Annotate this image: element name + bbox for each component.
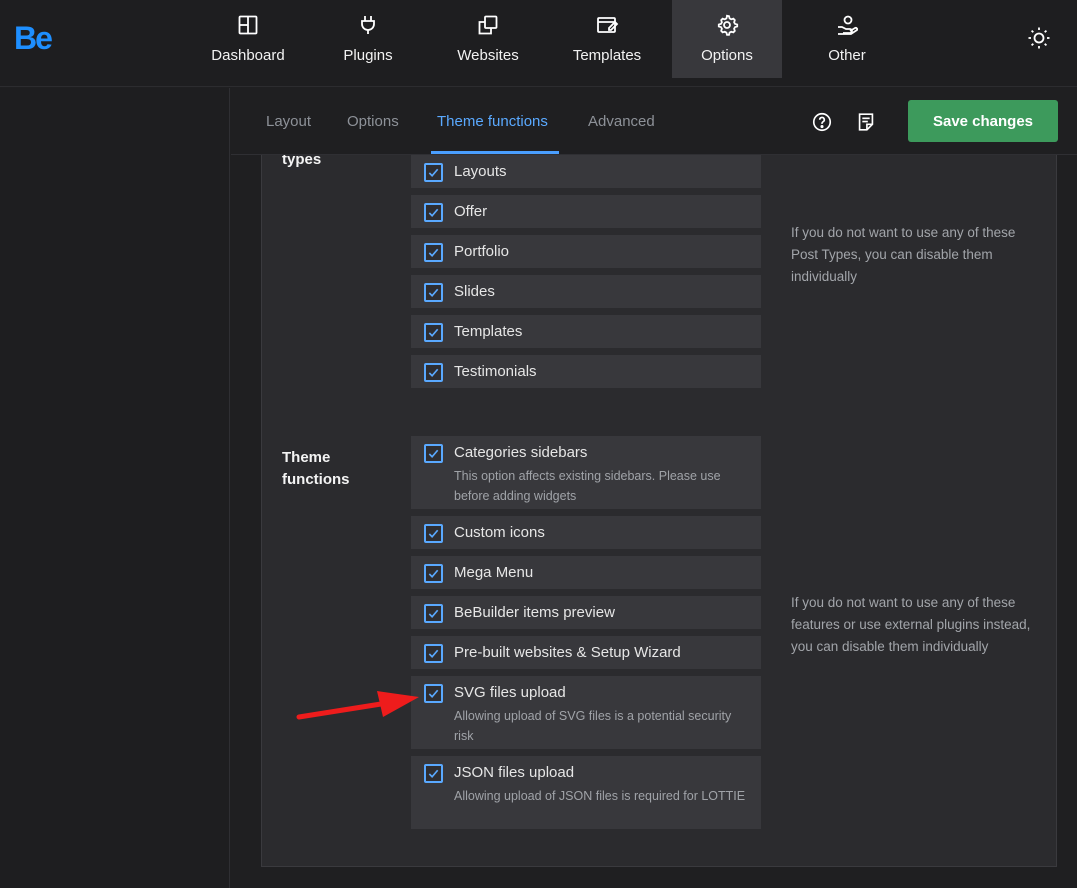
checkbox-option-offer[interactable]: Offer — [411, 195, 761, 228]
nav-dashboard[interactable]: Dashboard — [193, 0, 303, 78]
option-sublabel: Allowing upload of SVG files is a potent… — [454, 709, 732, 743]
option-label: Offer — [454, 203, 488, 220]
annotation-arrow-icon — [296, 691, 419, 720]
checkbox-option-json-upload[interactable]: JSON files upload Allowing upload of JSO… — [411, 756, 761, 829]
hand-user-icon — [838, 15, 859, 35]
option-label: Templates — [454, 323, 523, 340]
checkbox-option-templates[interactable]: Templates — [411, 315, 761, 348]
nav-websites-label: Websites — [457, 47, 519, 64]
option-label: Slides — [454, 283, 495, 300]
check-icon — [428, 288, 439, 297]
nav-plugins[interactable]: Plugins — [313, 0, 423, 78]
check-icon — [428, 248, 439, 257]
checkbox-option-layouts[interactable]: Layouts — [411, 155, 761, 188]
checkbox-option-custom-icons[interactable]: Custom icons — [411, 516, 761, 549]
check-icon — [428, 208, 439, 217]
theme-functions-label-line2: functions — [282, 471, 350, 488]
option-label: BeBuilder items preview — [454, 604, 615, 621]
check-icon — [428, 689, 439, 698]
checkbox-checked[interactable] — [424, 323, 443, 342]
checkbox-checked[interactable] — [424, 203, 443, 222]
nav-templates[interactable]: Templates — [552, 0, 662, 78]
tab-options[interactable]: Options — [347, 113, 399, 130]
option-label: Layouts — [454, 163, 507, 180]
left-sidebar — [0, 88, 230, 888]
nav-options-label: Options — [701, 47, 753, 64]
nav-templates-label: Templates — [572, 47, 642, 64]
option-label: SVG files upload — [454, 684, 566, 701]
check-icon — [428, 368, 439, 377]
tab-advanced[interactable]: Advanced — [588, 113, 655, 130]
theme-functions-description: If you do not want to use any of these f… — [791, 595, 1031, 654]
checkbox-checked[interactable] — [424, 363, 443, 382]
nav-dashboard-label: Dashboard — [211, 47, 285, 64]
option-label: Pre-built websites & Setup Wizard — [454, 644, 681, 661]
template-edit-icon — [597, 17, 619, 33]
option-sublabel: This option affects existing sidebars. P… — [454, 469, 721, 503]
checkbox-option-bebuilder-preview[interactable]: BeBuilder items preview — [411, 596, 761, 629]
checkbox-option-testimonials[interactable]: Testimonials — [411, 355, 761, 388]
nav-other[interactable]: Other — [792, 0, 902, 78]
checkbox-checked[interactable] — [424, 764, 443, 783]
option-label: Categories sidebars — [454, 444, 588, 461]
theme-functions-section-label: Theme functions — [282, 447, 350, 491]
save-changes-button[interactable]: Save changes — [908, 100, 1058, 142]
checkbox-option-categories-sidebars[interactable]: Categories sidebars This option affects … — [411, 436, 761, 509]
checkbox-checked[interactable] — [424, 684, 443, 703]
nav-other-label: Other — [828, 47, 866, 64]
top-navigation-bar: Be Dashboard Plugins Websites Templates … — [0, 0, 1077, 87]
checkbox-checked[interactable] — [424, 644, 443, 663]
question-circle-icon[interactable] — [811, 111, 833, 133]
option-label: Mega Menu — [454, 564, 534, 581]
sun-icon[interactable] — [1027, 26, 1051, 50]
brand-logo[interactable]: Be — [14, 20, 53, 57]
checkbox-checked[interactable] — [424, 604, 443, 623]
option-label: Portfolio — [454, 243, 510, 260]
check-icon — [428, 609, 439, 618]
option-label: Testimonials — [454, 363, 537, 380]
check-icon — [428, 769, 439, 778]
checkbox-checked[interactable] — [424, 524, 443, 543]
checkbox-option-portfolio[interactable]: Portfolio — [411, 235, 761, 268]
plug-icon — [361, 16, 375, 34]
post-types-description: If you do not want to use any of these P… — [791, 225, 1016, 284]
notes-icon[interactable] — [855, 111, 877, 133]
checkbox-option-slides[interactable]: Slides — [411, 275, 761, 308]
theme-functions-label-line1: Theme — [282, 449, 331, 466]
check-icon — [428, 328, 439, 337]
checkbox-checked[interactable] — [424, 283, 443, 302]
checkbox-checked[interactable] — [424, 163, 443, 182]
tab-theme-functions[interactable]: Theme functions — [437, 113, 548, 130]
gear-icon — [717, 14, 739, 36]
checkbox-checked[interactable] — [424, 444, 443, 463]
checkbox-option-mega-menu[interactable]: Mega Menu — [411, 556, 761, 589]
active-tab-indicator — [431, 151, 559, 154]
option-label: Custom icons — [454, 524, 545, 541]
checkbox-option-prebuilt-websites[interactable]: Pre-built websites & Setup Wizard — [411, 636, 761, 669]
option-label: JSON files upload — [454, 764, 575, 781]
copy-icon — [478, 15, 498, 35]
checkbox-checked[interactable] — [424, 243, 443, 262]
tab-layout[interactable]: Layout — [266, 113, 311, 130]
nav-plugins-label: Plugins — [343, 47, 393, 64]
check-icon — [428, 649, 439, 658]
nav-options[interactable]: Options — [672, 0, 782, 78]
check-icon — [428, 449, 439, 458]
options-subnav: Layout Options Theme functions Advanced … — [231, 88, 1077, 155]
grid-icon — [238, 15, 258, 35]
checkbox-option-svg-upload[interactable]: SVG files upload Allowing upload of SVG … — [411, 676, 761, 749]
check-icon — [428, 569, 439, 578]
check-icon — [428, 168, 439, 177]
checkbox-checked[interactable] — [424, 564, 443, 583]
option-sublabel: Allowing upload of JSON files is require… — [454, 789, 746, 803]
nav-websites[interactable]: Websites — [433, 0, 543, 78]
check-icon — [428, 529, 439, 538]
